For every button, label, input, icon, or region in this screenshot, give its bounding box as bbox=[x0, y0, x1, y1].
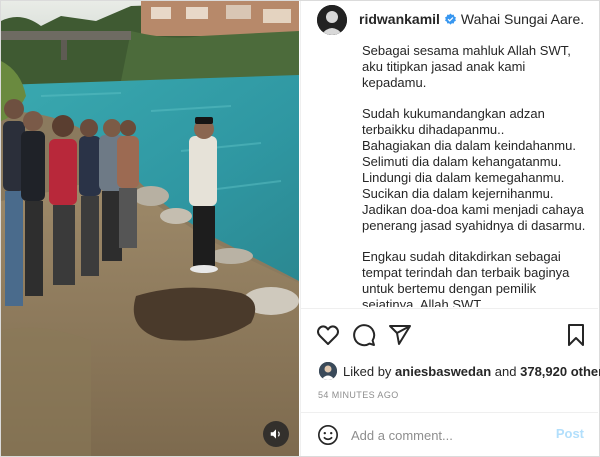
caption-line: Jadikan doa-doa kami menjadi cahaya bbox=[362, 202, 584, 217]
caption-line: Selimuti dia dalam kehangatanmu. bbox=[362, 154, 562, 169]
caption-paragraph: Sebagai sesama mahluk Allah SWT, aku tit… bbox=[362, 43, 592, 91]
likes-summary: Liked by aniesbaswedan and 378,920 other… bbox=[319, 361, 600, 381]
share-icon[interactable] bbox=[388, 323, 412, 347]
caption-line: kepadamu. bbox=[362, 75, 427, 90]
post-timestamp[interactable]: 54 minutes ago bbox=[318, 390, 399, 400]
likes-count-link[interactable]: 378,920 others bbox=[520, 364, 600, 379]
caption-line: Lindungi dia dalam kemegahanmu. bbox=[362, 170, 565, 185]
liker-profile-picture bbox=[319, 362, 337, 380]
caption-first-line: ridwankamil Wahai Sungai Aare. bbox=[359, 10, 584, 28]
liker-username-link[interactable]: aniesbaswedan bbox=[395, 364, 491, 379]
caption-line: aku titipkan jasad anak kami bbox=[362, 59, 526, 74]
verified-badge-icon bbox=[445, 13, 456, 25]
likes-prefix: Liked by bbox=[343, 363, 392, 379]
comment-form: Post bbox=[301, 413, 598, 457]
man-in-white-jacket bbox=[189, 117, 218, 273]
caption-line: sejatinya, Allah SWT. bbox=[362, 297, 484, 307]
emoji-icon[interactable] bbox=[317, 424, 339, 446]
caption-line: Sudah kukumandangkan adzan bbox=[362, 106, 545, 121]
post-comment-button[interactable]: Post bbox=[556, 426, 584, 441]
sound-toggle-button[interactable] bbox=[263, 421, 289, 447]
liker-avatar[interactable] bbox=[319, 362, 337, 380]
caption-text: Sebagai sesama mahluk Allah SWT, aku tit… bbox=[362, 43, 592, 307]
action-bar bbox=[301, 319, 598, 351]
caption-heading: Wahai Sungai Aare. bbox=[460, 11, 585, 27]
caption-line: Engkau sudah ditakdirkan sebagai bbox=[362, 249, 561, 264]
avatar[interactable] bbox=[317, 5, 347, 35]
caption-paragraph: Engkau sudah ditakdirkan sebagai tempat … bbox=[362, 249, 592, 307]
post-details-panel: ridwankamil Wahai Sungai Aare. Sebagai se… bbox=[300, 1, 600, 457]
caption-line: Bahagiakan dia dalam keindahanmu. bbox=[362, 138, 576, 153]
post-photo[interactable] bbox=[1, 1, 299, 456]
caption-line: tempat terindah dan terbaik baginya bbox=[362, 265, 570, 280]
divider bbox=[301, 308, 598, 309]
riverbank-prayer-photo bbox=[1, 1, 299, 456]
bookmark-icon[interactable] bbox=[564, 323, 588, 347]
speaker-icon bbox=[270, 429, 280, 439]
caption-line: penerang jasad syahidnya di dasarmu. bbox=[362, 218, 586, 233]
likes-conjunction: and bbox=[494, 363, 517, 379]
caption-line: Sebagai sesama mahluk Allah SWT, bbox=[362, 43, 571, 58]
comment-input[interactable] bbox=[351, 425, 551, 445]
profile-picture bbox=[317, 5, 347, 35]
caption-line: Sucikan dia dalam kejernihanmu. bbox=[362, 186, 554, 201]
username-link[interactable]: ridwankamil bbox=[359, 11, 440, 27]
caption-paragraph: Sudah kukumandangkan adzan terbaikku dih… bbox=[362, 106, 592, 234]
comment-icon[interactable] bbox=[352, 323, 376, 347]
heart-icon[interactable] bbox=[316, 323, 340, 347]
caption-line: terbaikku dihadapanmu.. bbox=[362, 122, 505, 137]
caption-line: untuk bertemu dengan pemilik bbox=[362, 281, 537, 296]
